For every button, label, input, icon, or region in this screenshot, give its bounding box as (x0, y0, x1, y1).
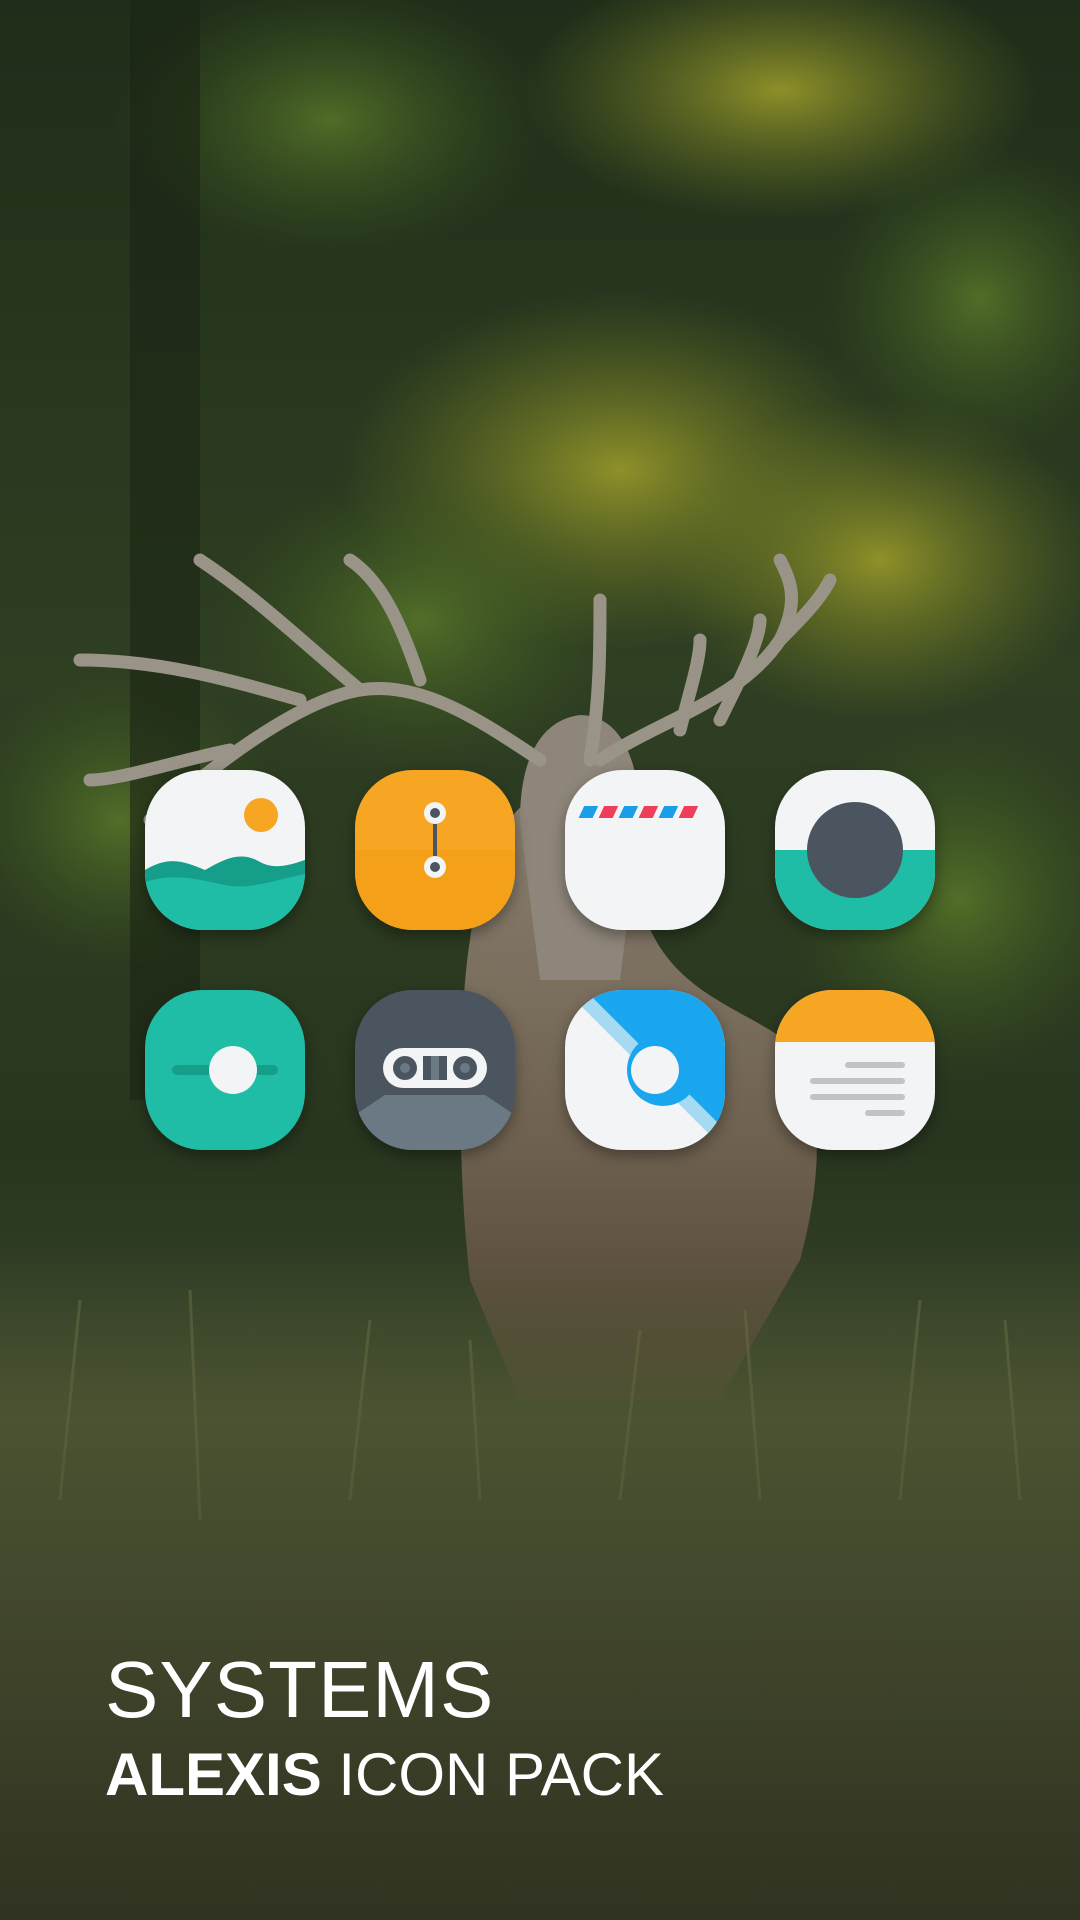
background-photo (0, 0, 1080, 1920)
brand-name: ALEXIS (105, 1741, 322, 1808)
settings-toggle-icon[interactable] (145, 990, 305, 1150)
subtitle-rest: ICON PACK (321, 1741, 664, 1808)
file-manager-icon[interactable] (355, 770, 515, 930)
notes-icon[interactable] (775, 990, 935, 1150)
browser-icon[interactable] (565, 990, 725, 1150)
camera-icon[interactable] (775, 770, 935, 930)
gallery-icon[interactable] (145, 770, 305, 930)
subtitle: ALEXIS ICON PACK (105, 1743, 664, 1807)
email-icon[interactable] (565, 770, 725, 930)
page-title: SYSTEMS (105, 1645, 495, 1734)
voice-recorder-icon[interactable] (355, 990, 515, 1150)
